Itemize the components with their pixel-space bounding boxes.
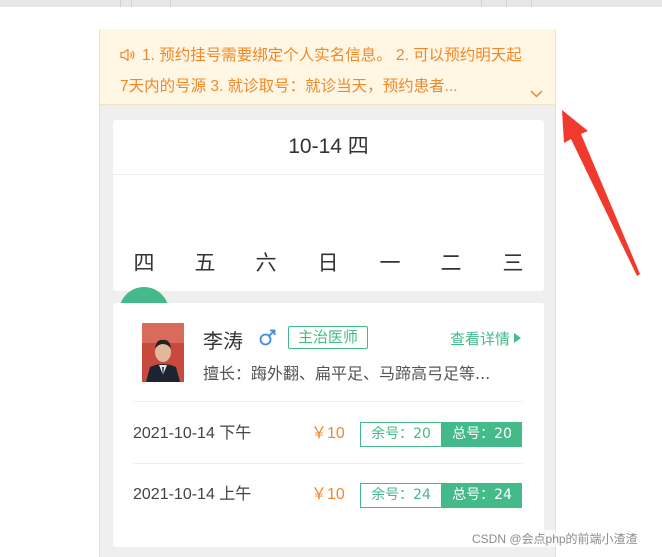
annotation-arrow — [562, 110, 640, 276]
watermark: CSDN @会点php的前端小渣渣 — [472, 530, 638, 547]
